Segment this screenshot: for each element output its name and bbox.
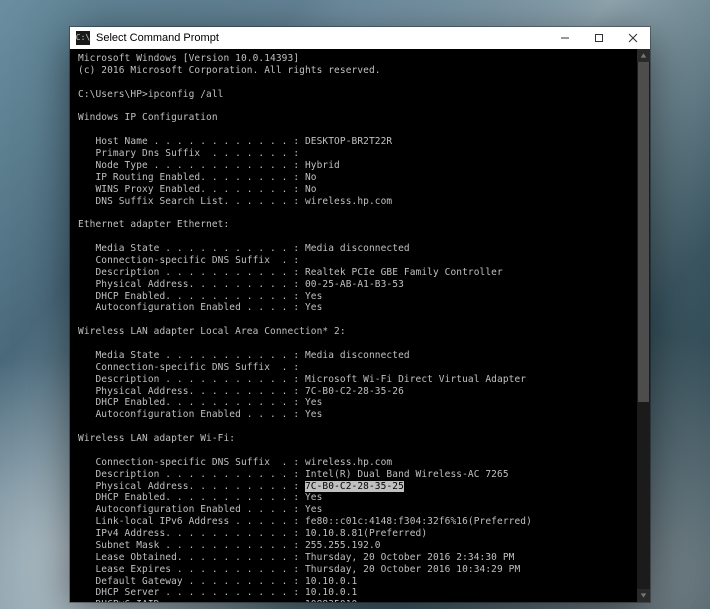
lac-phys-addr: Physical Address. . . . . . . . . : 7C-B… xyxy=(78,386,404,397)
titlebar[interactable]: C:\ Select Command Prompt xyxy=(70,27,650,49)
lac-dhcp: DHCP Enabled. . . . . . . . . . . : Yes xyxy=(78,397,322,408)
lac-autoconfig: Autoconfiguration Enabled . . . . : Yes xyxy=(78,409,322,420)
command: ipconfig /all xyxy=(148,89,224,100)
scroll-up-button[interactable] xyxy=(637,49,650,62)
primary-dns: Primary Dns Suffix . . . . . . . : xyxy=(78,148,299,159)
wifi-conn-dns: Connection-specific DNS Suffix . : wirel… xyxy=(78,457,392,468)
wifi-subnet: Subnet Mask . . . . . . . . . . . : 255.… xyxy=(78,540,381,551)
eth-description: Description . . . . . . . . . . . : Real… xyxy=(78,267,503,278)
lac-media-state: Media State . . . . . . . . . . . : Medi… xyxy=(78,350,410,361)
window-title: Select Command Prompt xyxy=(96,32,219,44)
wifi-autoconfig: Autoconfiguration Enabled . . . . : Yes xyxy=(78,504,322,515)
eth-header: Ethernet adapter Ethernet: xyxy=(78,219,229,230)
scroll-down-button[interactable] xyxy=(637,589,650,602)
minimize-button[interactable] xyxy=(548,27,582,49)
eth-dhcp: DHCP Enabled. . . . . . . . . . . : Yes xyxy=(78,291,322,302)
maximize-button[interactable] xyxy=(582,27,616,49)
wifi-dhcpv6-iaid: DHCPv6 IAID . . . . . . . . . . . : 1088… xyxy=(78,599,357,602)
host-name: Host Name . . . . . . . . . . . . : DESK… xyxy=(78,136,392,147)
wifi-header: Wireless LAN adapter Wi-Fi: xyxy=(78,433,235,444)
wifi-description: Description . . . . . . . . . . . : Inte… xyxy=(78,469,509,480)
terminal-output[interactable]: Microsoft Windows [Version 10.0.14393] (… xyxy=(78,53,636,602)
lac-header: Wireless LAN adapter Local Area Connecti… xyxy=(78,326,346,337)
wifi-dhcp-server: DHCP Server . . . . . . . . . . . : 10.1… xyxy=(78,587,357,598)
close-button[interactable] xyxy=(616,27,650,49)
wifi-dhcp: DHCP Enabled. . . . . . . . . . . : Yes xyxy=(78,492,322,503)
cmd-icon: C:\ xyxy=(76,31,90,45)
wins-proxy: WINS Proxy Enabled. . . . . . . . : No xyxy=(78,184,317,195)
eth-phys-addr: Physical Address. . . . . . . . . : 00-2… xyxy=(78,279,404,290)
scrollbar[interactable] xyxy=(637,49,650,602)
wifi-phys-addr-value-selected[interactable]: 7C-B0-C2-28-35-25 xyxy=(305,481,404,492)
lac-description: Description . . . . . . . . . . . : Micr… xyxy=(78,374,526,385)
lac-conn-dns: Connection-specific DNS Suffix . : xyxy=(78,362,299,373)
prompt: C:\Users\HP> xyxy=(78,89,148,100)
copyright-line: (c) 2016 Microsoft Corporation. All righ… xyxy=(78,65,381,76)
wifi-default-gw: Default Gateway . . . . . . . . . : 10.1… xyxy=(78,576,357,587)
ip-routing: IP Routing Enabled. . . . . . . . : No xyxy=(78,172,317,183)
terminal-area[interactable]: Microsoft Windows [Version 10.0.14393] (… xyxy=(70,49,650,602)
command-prompt-window: C:\ Select Command Prompt Microsoft Wind… xyxy=(70,27,650,602)
eth-media-state: Media State . . . . . . . . . . . : Medi… xyxy=(78,243,410,254)
wifi-ipv4: IPv4 Address. . . . . . . . . . . : 10.1… xyxy=(78,528,427,539)
node-type: Node Type . . . . . . . . . . . . : Hybr… xyxy=(78,160,340,171)
wifi-lease-obtained: Lease Obtained. . . . . . . . . . : Thur… xyxy=(78,552,514,563)
eth-conn-dns: Connection-specific DNS Suffix . : xyxy=(78,255,299,266)
wifi-lease-expires: Lease Expires . . . . . . . . . . : Thur… xyxy=(78,564,520,575)
ipcfg-header: Windows IP Configuration xyxy=(78,112,218,123)
wifi-phys-addr-label: Physical Address. . . . . . . . . : xyxy=(78,481,305,492)
eth-autoconfig: Autoconfiguration Enabled . . . . : Yes xyxy=(78,302,322,313)
wifi-link-local: Link-local IPv6 Address . . . . . : fe80… xyxy=(78,516,532,527)
dns-search: DNS Suffix Search List. . . . . . : wire… xyxy=(78,196,392,207)
version-line: Microsoft Windows [Version 10.0.14393] xyxy=(78,53,299,64)
scrollbar-thumb[interactable] xyxy=(638,62,649,402)
